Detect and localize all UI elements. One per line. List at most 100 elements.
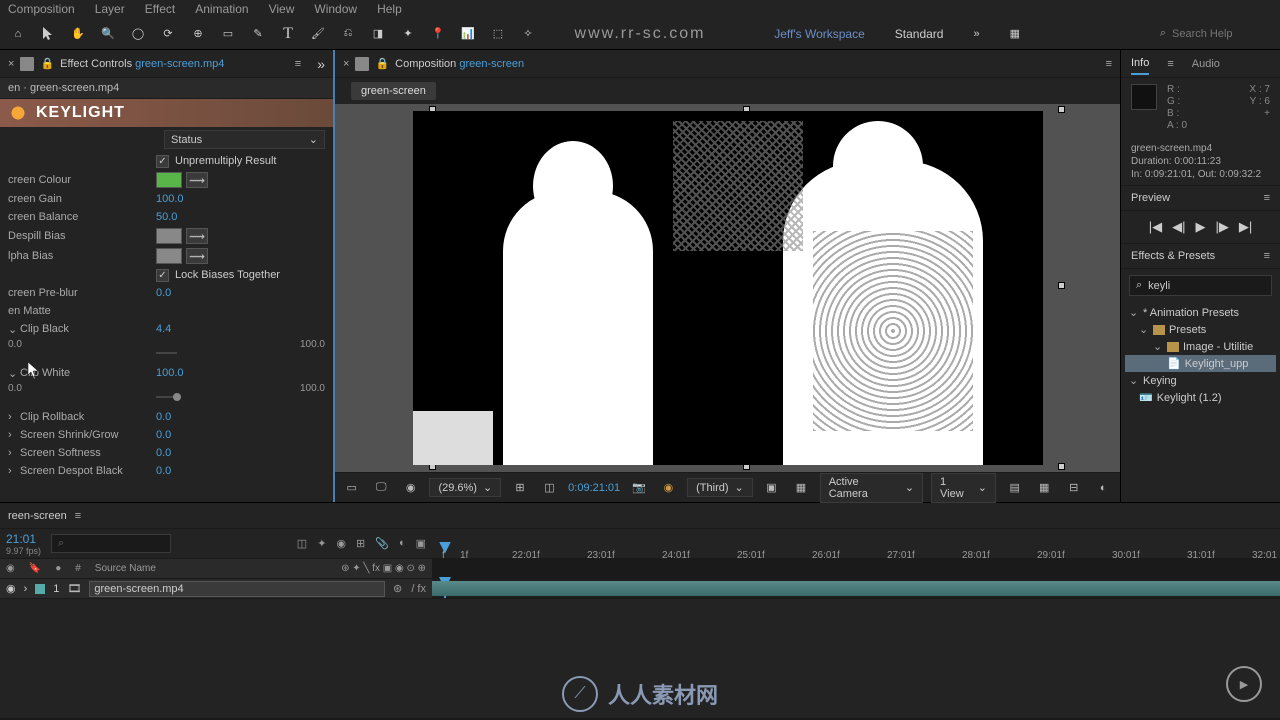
alpha-swatch[interactable] [156,248,182,264]
eye-icon[interactable]: ◉ [6,582,16,595]
rollback-value[interactable]: 0.0 [156,411,171,423]
view-select[interactable]: 1 View⌄ [931,473,996,503]
panel-menu-icon[interactable]: ≡ [1167,58,1173,70]
panel-menu-icon[interactable]: ≡ [1264,250,1270,262]
rect-tool[interactable]: ▭ [214,21,242,47]
help-search-input[interactable] [1172,28,1272,40]
transform-handle[interactable] [1058,282,1065,289]
tree-row[interactable]: 📄Keylight_upp [1125,355,1276,372]
tree-row[interactable]: 🪪Keylight (1.2) [1125,389,1276,406]
snap-tool[interactable]: ✧ [514,21,542,47]
source-name-col[interactable]: Source Name [95,563,156,574]
panel-menu-icon[interactable]: ≡ [75,510,81,522]
twisty-icon[interactable]: › [24,583,28,595]
timeline-timecode[interactable]: 21:01 [6,532,41,546]
safe-icon[interactable]: ◫ [539,477,560,499]
lock-icon[interactable]: 🔒 [40,57,54,70]
layer-clip[interactable] [432,581,1280,596]
tree-row[interactable]: ⌄* Animation Presets [1125,304,1276,321]
eraser-tool[interactable]: ◨ [364,21,392,47]
transparency-icon[interactable]: ▦ [790,477,811,499]
tree-row[interactable]: ⌄Keying [1125,372,1276,389]
comp-mini-icon[interactable]: ◫ [297,537,307,550]
mask-icon[interactable]: ◉ [400,477,421,499]
workspace-mode[interactable]: Standard [895,27,944,41]
panel-overflow-icon[interactable]: » [317,56,325,72]
resolution-select[interactable]: (Third)⌄ [687,478,753,497]
timeline-icon[interactable]: ⊟ [1063,477,1084,499]
puppet-tool[interactable]: 📍 [424,21,452,47]
twisty-icon[interactable]: ⌄ [8,323,16,336]
layer-name[interactable]: green-screen.mp4 [89,581,385,597]
display-icon[interactable]: 🖵 [370,477,391,499]
clone-tool[interactable]: ⎌ [334,21,362,47]
menu-composition[interactable]: Composition [8,2,75,16]
roi-icon[interactable]: ▣ [761,477,782,499]
layer-color[interactable] [35,584,45,594]
menu-view[interactable]: View [269,2,295,16]
lock-biases-checkbox[interactable] [156,269,169,282]
transform-handle[interactable] [1058,106,1065,113]
status-dropdown[interactable]: Status⌄ [164,130,325,149]
grid-icon[interactable]: ▤ [1004,477,1025,499]
zoom-select[interactable]: (29.6%)⌄ [429,478,501,497]
transform-handle[interactable] [1058,463,1065,470]
brush-tool[interactable]: 🖌 [304,21,332,47]
unpremult-checkbox[interactable] [156,155,169,168]
clip-black-value[interactable]: 4.4 [156,323,171,335]
next-frame-icon[interactable]: |▶ [1216,219,1229,235]
workspace-name[interactable]: Jeff's Workspace [774,27,865,41]
screen-colour-swatch[interactable] [156,172,182,188]
tree-row[interactable]: ⌄Image - Utilitie [1125,338,1276,355]
channel-icon[interactable]: ◉ [658,477,679,499]
exposure-icon[interactable]: ◐ [1092,477,1113,499]
selection-tool[interactable] [34,21,62,47]
twisty-icon[interactable]: › [8,411,16,423]
camera-select[interactable]: Active Camera⌄ [820,473,923,503]
eyedropper-icon[interactable]: ⟿ [186,228,208,244]
twisty-icon[interactable]: › [8,447,16,459]
comp-tab[interactable]: green-screen [351,82,436,100]
workspace-grid-icon[interactable]: ▦ [1010,27,1020,40]
tree-row[interactable]: ⌄Presets [1125,321,1276,338]
despot-value[interactable]: 0.0 [156,465,171,477]
screen-gain-value[interactable]: 100.0 [156,193,184,205]
softness-value[interactable]: 0.0 [156,447,171,459]
timeline-tab[interactable]: reen-screen [8,510,67,522]
panel-menu-icon[interactable]: ≡ [295,58,301,70]
clip-white-slider[interactable] [0,396,333,408]
layer-row[interactable]: ◉ › 1 🎞 green-screen.mp4 ⊛ / fx [0,579,1280,599]
chart-tool[interactable]: 📊 [454,21,482,47]
shrink-value[interactable]: 0.0 [156,429,171,441]
magnify-icon[interactable]: ▭ [341,477,362,499]
menu-window[interactable]: Window [314,2,357,16]
menu-animation[interactable]: Animation [195,2,248,16]
tab-close-icon[interactable]: × [8,58,14,70]
draft-icon[interactable]: ✦ [317,537,326,550]
screen-balance-value[interactable]: 50.0 [156,211,177,223]
snapshot-icon[interactable]: 📷 [628,477,649,499]
menu-effect[interactable]: Effect [145,2,175,16]
pen-tool[interactable]: ✎ [244,21,272,47]
type-tool[interactable]: T [274,21,302,47]
viewer[interactable]: ⊕ [335,104,1120,472]
layer-bar[interactable] [432,579,1280,598]
timecode[interactable]: 0:09:21:01 [568,482,620,494]
orbit-tool[interactable]: ◯ [124,21,152,47]
home-tool[interactable]: ⌂ [4,21,32,47]
local-axis-tool[interactable]: ⬚ [484,21,512,47]
tab-close-icon[interactable]: × [343,58,349,70]
twisty-icon[interactable]: › [8,429,16,441]
hand-tool[interactable]: ✋ [64,21,92,47]
menu-layer[interactable]: Layer [95,2,125,16]
effects-search-input[interactable] [1148,280,1265,292]
eyedropper-icon[interactable]: ⟿ [186,248,208,264]
motion-blur-icon[interactable]: ⊞ [356,537,365,550]
resolution-icon[interactable]: ⊞ [509,477,530,499]
rotate-tool[interactable]: ⟳ [154,21,182,47]
workspace-more-icon[interactable]: » [973,28,979,40]
panel-menu-icon[interactable]: ≡ [1264,192,1270,204]
timeline-search[interactable]: ⌕ [51,534,171,553]
frame-blend-icon[interactable]: ◉ [336,537,346,550]
brain-icon[interactable]: ▣ [416,537,426,550]
